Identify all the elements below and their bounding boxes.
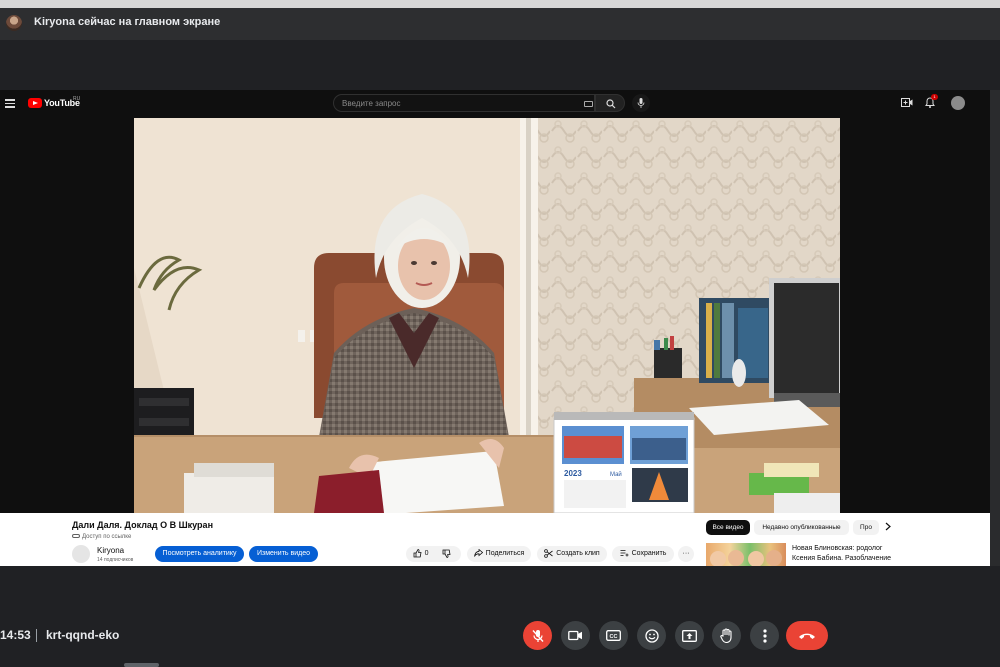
youtube-header: YouTube RU Введите запрос 1 [0, 90, 990, 116]
camera-toggle-button[interactable] [561, 621, 590, 650]
edit-video-button[interactable]: Изменить видео [249, 546, 318, 562]
mic-off-icon [531, 629, 544, 642]
scissors-icon [544, 548, 553, 558]
reactions-button[interactable] [637, 621, 666, 650]
chip-all-videos[interactable]: Все видео [706, 520, 750, 535]
share-icon [473, 548, 483, 557]
bottom-separator [36, 629, 37, 642]
more-options-button[interactable] [750, 621, 779, 650]
hand-icon [720, 628, 732, 643]
presenter-avatar [6, 15, 22, 31]
save-label: Сохранить [631, 550, 667, 557]
analytics-button[interactable]: Посмотреть аналитику [155, 546, 244, 562]
meeting-code: krt-qqnd-eko [46, 628, 120, 642]
channel-avatar[interactable] [72, 545, 90, 563]
video-frame: 2023 Май [134, 118, 840, 513]
channel-name[interactable]: Kiryona [97, 546, 124, 555]
chip-more[interactable]: Про [853, 520, 879, 535]
clip-label: Создать клип [556, 550, 600, 557]
more-actions-button[interactable]: ··· [678, 546, 694, 562]
call-end-icon [799, 633, 815, 639]
chevron-right-icon[interactable] [885, 522, 891, 531]
share-button[interactable]: Поделиться [467, 546, 531, 562]
browser-top-strip [0, 0, 1000, 8]
presenter-bar: Kiryona сейчас на главном экране [0, 0, 1000, 40]
like-count: 0 [424, 550, 429, 557]
like-dislike-group: 0 [406, 546, 461, 562]
voice-search-button[interactable] [632, 94, 650, 112]
share-label: Поделиться [485, 550, 525, 557]
chip-recent[interactable]: Недавно опубликованные [754, 520, 849, 535]
create-video-icon[interactable] [901, 98, 913, 107]
recommendation-thumbnail-art [710, 550, 782, 566]
search-icon [606, 99, 616, 109]
meeting-time: 14:53 [0, 628, 31, 642]
videocam-icon [568, 630, 582, 641]
dislike-icon[interactable] [442, 549, 451, 558]
keyboard-icon[interactable] [584, 101, 593, 107]
visibility-label: Доступ по ссылке [72, 534, 131, 540]
present-button[interactable] [675, 621, 704, 650]
subscriber-count: 14 подписчиков [97, 557, 134, 563]
captions-button[interactable]: CC [599, 621, 628, 650]
mic-icon [637, 98, 645, 108]
emoji-icon [644, 628, 659, 643]
closed-captions-icon: CC [606, 630, 621, 641]
playlist-add-icon [620, 550, 629, 557]
save-button[interactable]: Сохранить [612, 546, 674, 562]
youtube-play-icon [28, 98, 42, 108]
clip-button[interactable]: Создать клип [537, 546, 607, 562]
calendar-month: Май [610, 471, 622, 478]
link-icon [72, 534, 80, 539]
recommendation-title[interactable]: Новая Блиновская: родолог Ксения Бабина.… [792, 544, 902, 564]
youtube-logo[interactable]: YouTube [28, 98, 80, 108]
present-screen-icon [682, 629, 697, 642]
recommendation-thumbnail[interactable] [706, 543, 786, 566]
search-button[interactable] [595, 94, 625, 112]
calendar-year: 2023 [564, 469, 582, 478]
presenter-banner: Kiryona сейчас на главном экране [34, 16, 221, 28]
visibility-text: Доступ по ссылке [82, 534, 132, 540]
mic-toggle-button[interactable] [523, 621, 552, 650]
region-label: RU [73, 96, 81, 102]
menu-icon[interactable] [5, 99, 15, 108]
video-player[interactable]: 2023 Май [134, 118, 840, 513]
meet-window: Kiryona сейчас на главном экране YouTube… [0, 0, 1000, 667]
raise-hand-button[interactable] [712, 621, 741, 650]
video-title: Дали Даля. Доклад О В Шкуран [72, 520, 213, 530]
video-info-panel: Дали Даля. Доклад О В Шкуран Доступ по с… [0, 513, 990, 566]
like-icon[interactable] [413, 548, 422, 558]
hang-up-button[interactable] [786, 621, 828, 650]
shared-screen: YouTube RU Введите запрос 1 2023 Май Дал… [0, 90, 990, 566]
notification-badge: 1 [931, 94, 938, 100]
svg-text:CC: CC [610, 634, 618, 640]
right-edge-panel [990, 90, 1000, 566]
search-placeholder: Введите запрос [342, 99, 401, 108]
more-vert-icon [762, 628, 767, 643]
bottom-scroll-indicator[interactable] [124, 663, 159, 667]
account-avatar[interactable] [951, 96, 965, 110]
search-input[interactable]: Введите запрос [333, 94, 595, 112]
